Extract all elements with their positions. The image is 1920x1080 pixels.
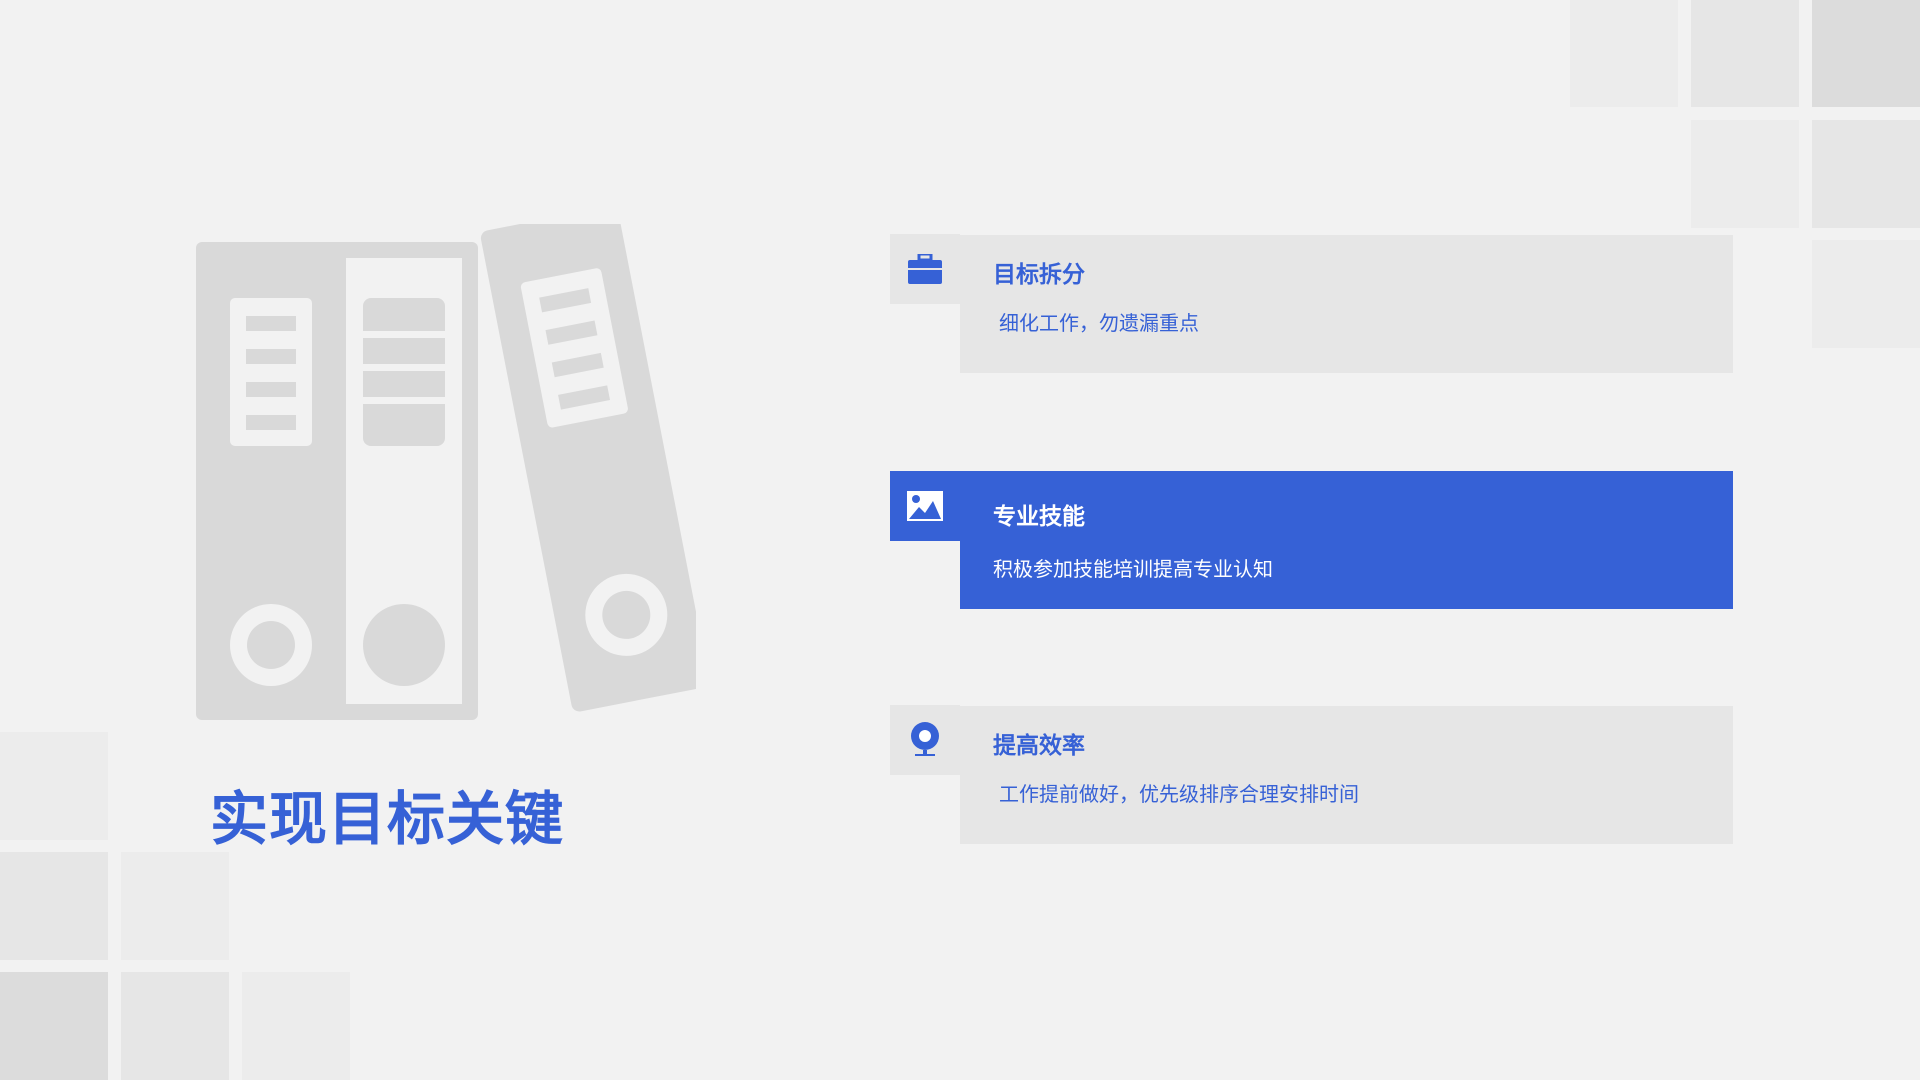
decor-square [1570, 0, 1678, 107]
list-item: 提高效率 工作提前做好，优先级排序合理安排时间 [960, 706, 1733, 844]
decor-square [1691, 120, 1799, 228]
item-title: 提高效率 [993, 733, 1085, 759]
list-item: 目标拆分 细化工作，勿遗漏重点 [960, 235, 1733, 373]
decor-square [1812, 240, 1920, 348]
decor-square [1691, 0, 1799, 107]
decor-square [1812, 0, 1920, 107]
item-title: 目标拆分 [993, 262, 1085, 288]
decor-square [121, 972, 229, 1080]
list-item: 专业技能 积极参加技能培训提高专业认知 [960, 471, 1733, 609]
decor-square [0, 732, 108, 840]
decor-square [0, 852, 108, 960]
decor-square [0, 972, 108, 1080]
item-title: 专业技能 [993, 504, 1085, 530]
binders-icon [196, 206, 710, 724]
image-icon [890, 471, 960, 541]
slide-title: 实现目标关键 [210, 785, 565, 853]
decor-square [121, 852, 229, 960]
decor-square [1812, 120, 1920, 228]
decor-square [242, 972, 350, 1080]
briefcase-icon [890, 234, 960, 304]
item-description: 细化工作，勿遗漏重点 [999, 311, 1199, 335]
item-description: 积极参加技能培训提高专业认知 [993, 557, 1273, 581]
webcam-icon [890, 705, 960, 775]
item-description: 工作提前做好，优先级排序合理安排时间 [999, 782, 1359, 806]
